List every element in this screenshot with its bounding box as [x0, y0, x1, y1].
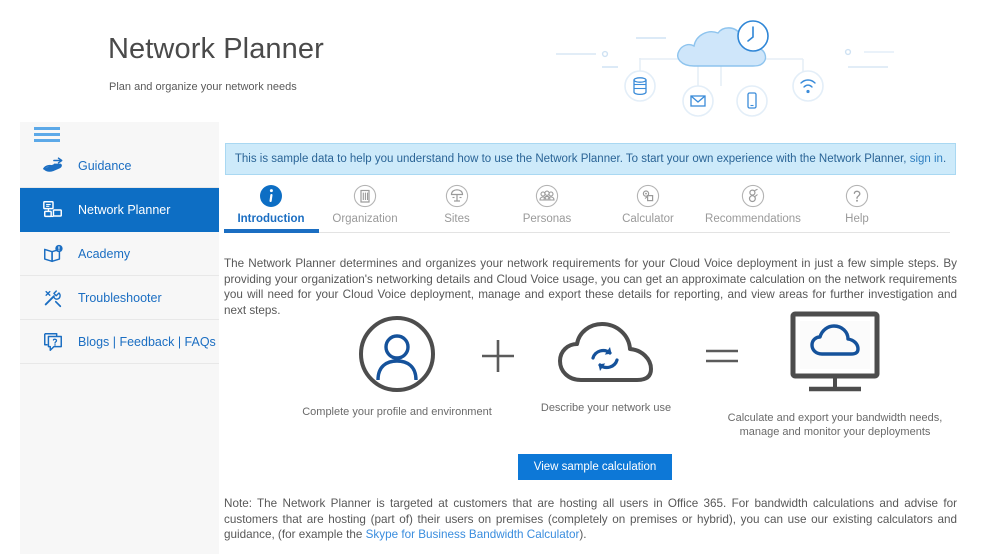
- page-title: Network Planner: [108, 33, 324, 65]
- user-profile-circle-icon: [359, 316, 435, 392]
- sites-network-icon: [445, 184, 469, 208]
- tab-bar-divider: [224, 232, 950, 233]
- flow-step-calculate: Calculate and export your bandwidth need…: [711, 310, 959, 439]
- tab-bar: Introduction Organization Sites Personas…: [219, 184, 950, 230]
- tab-label: Help: [845, 213, 869, 225]
- sample-data-banner-text: This is sample data to help you understa…: [235, 153, 946, 165]
- info-circle-icon: [260, 185, 282, 207]
- blogs-feedback-icon: [44, 332, 62, 351]
- flow-step-caption: Complete your profile and environment: [302, 406, 492, 418]
- monitor-cloud-icon: [790, 311, 880, 392]
- flow-step-caption: Describe your network use: [540, 402, 672, 414]
- sidebar-item-academy[interactable]: Academy: [20, 232, 219, 276]
- sidebar-item-troubleshooter[interactable]: Troubleshooter: [20, 276, 219, 320]
- cloud-network-illustration: [556, 20, 894, 117]
- question-mark-icon: [845, 184, 869, 208]
- hamburger-bar: [34, 127, 60, 130]
- note-text-1: Note: The Network Planner is targeted at…: [224, 497, 957, 541]
- sidebar-item-label: Network Planner: [78, 202, 171, 217]
- calculator-icon: [636, 184, 660, 208]
- organization-building-icon: [353, 184, 377, 208]
- guidance-hand-icon: [43, 156, 63, 172]
- page-subtitle: Plan and organize your network needs: [109, 81, 297, 93]
- sidebar-item-blogs-feedback-faqs[interactable]: Blogs | Feedback | FAQs: [20, 320, 219, 364]
- hamburger-bar: [34, 139, 60, 142]
- tab-help[interactable]: Help: [792, 184, 922, 225]
- sidebar-nav: Guidance Network Planner Academy Trouble…: [20, 144, 219, 364]
- banner-text-after: .: [942, 153, 947, 165]
- sidebar-item-guidance[interactable]: Guidance: [20, 144, 219, 188]
- network-planner-icon: [43, 200, 62, 217]
- flow-step-caption: Calculate and export your bandwidth need…: [727, 412, 943, 438]
- sidebar-item-label: Troubleshooter: [78, 290, 162, 305]
- intro-paragraph: The Network Planner determines and organ…: [224, 257, 957, 317]
- academy-book-icon: [44, 244, 63, 262]
- hamburger-bar: [34, 133, 60, 136]
- sidebar-item-network-planner[interactable]: Network Planner: [20, 188, 219, 232]
- flow-illustration: Complete your profile and environment De…: [219, 311, 959, 439]
- personas-people-icon: [535, 184, 559, 208]
- view-sample-calculation-button[interactable]: View sample calculation: [518, 454, 672, 480]
- tab-active-indicator: [224, 229, 319, 233]
- sidebar: Guidance Network Planner Academy Trouble…: [20, 122, 219, 554]
- troubleshooter-tools-icon: [44, 289, 62, 307]
- main-content: This is sample data to help you understa…: [219, 122, 998, 554]
- sidebar-empty-area: [20, 364, 219, 554]
- page-header: Network Planner Plan and organize your n…: [0, 0, 998, 122]
- note-paragraph: Note: The Network Planner is targeted at…: [224, 496, 957, 543]
- flow-step-network-use: Describe your network use: [491, 320, 721, 415]
- sidebar-item-label: Guidance: [78, 158, 132, 173]
- cloud-sync-icon: [558, 322, 653, 382]
- hamburger-menu-icon[interactable]: [34, 125, 60, 145]
- sidebar-item-label: Blogs | Feedback | FAQs: [78, 334, 216, 349]
- skype-bandwidth-calculator-link[interactable]: Skype for Business Bandwidth Calculator: [366, 528, 580, 541]
- sample-data-banner: This is sample data to help you understa…: [225, 143, 956, 175]
- sign-in-link[interactable]: sign in: [910, 153, 943, 165]
- note-text-2: ).: [579, 528, 587, 541]
- recommendations-icon: [741, 184, 765, 208]
- banner-text-before: This is sample data to help you understa…: [234, 153, 910, 165]
- sidebar-item-label: Academy: [78, 246, 131, 261]
